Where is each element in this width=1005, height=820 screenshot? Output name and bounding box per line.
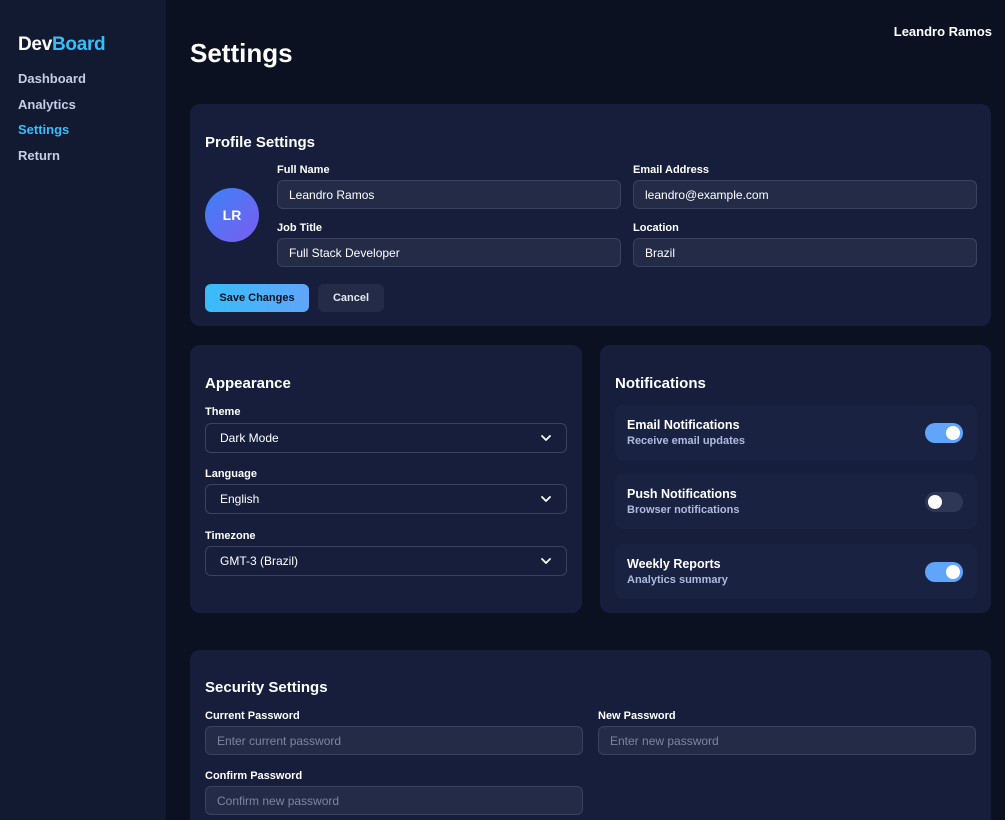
notification-subtitle: Browser notifications <box>627 504 740 516</box>
language-label: Language <box>205 468 257 480</box>
profile-settings-title: Profile Settings <box>205 134 316 151</box>
notification-item-email: Email Notifications Receive email update… <box>615 405 977 460</box>
notifications-card: Notifications Email Notifications Receiv… <box>600 345 991 613</box>
notification-title: Weekly Reports <box>627 557 721 571</box>
cancel-button[interactable]: Cancel <box>318 284 384 312</box>
toggle-knob <box>928 495 942 509</box>
email-notifications-toggle[interactable] <box>925 423 963 443</box>
chevron-down-icon <box>541 435 551 441</box>
theme-label: Theme <box>205 406 241 418</box>
user-name[interactable]: Leandro Ramos <box>894 24 992 39</box>
profile-settings-card: Profile Settings LR Full Name Email Addr… <box>190 104 991 326</box>
sidebar: DevBoard Dashboard Analytics Settings Re… <box>0 0 166 820</box>
new-password-label: New Password <box>598 710 676 722</box>
notification-title: Push Notifications <box>627 487 737 501</box>
full-name-label: Full Name <box>277 164 330 176</box>
security-settings-card: Security Settings Current Password New P… <box>190 650 991 820</box>
confirm-password-field[interactable] <box>205 786 583 815</box>
save-changes-button[interactable]: Save Changes <box>205 284 309 312</box>
timezone-select[interactable]: GMT-3 (Brazil) <box>205 546 567 576</box>
timezone-select-value: GMT-3 (Brazil) <box>220 554 298 568</box>
chevron-down-icon <box>541 558 551 564</box>
appearance-title: Appearance <box>205 375 291 392</box>
notifications-title: Notifications <box>615 375 706 392</box>
notification-subtitle: Receive email updates <box>627 435 746 447</box>
theme-select[interactable]: Dark Mode <box>205 423 567 453</box>
location-label: Location <box>633 222 679 234</box>
timezone-label: Timezone <box>205 530 256 542</box>
avatar[interactable]: LR <box>205 188 259 242</box>
full-name-field[interactable] <box>277 180 621 209</box>
sidebar-item-dashboard[interactable]: Dashboard <box>18 70 166 96</box>
weekly-reports-toggle[interactable] <box>925 562 963 582</box>
job-title-label: Job Title <box>277 222 323 234</box>
job-title-field[interactable] <box>277 238 621 267</box>
new-password-field[interactable] <box>598 726 976 755</box>
current-password-label: Current Password <box>205 710 300 722</box>
page-title: Settings <box>190 38 293 68</box>
confirm-password-label: Confirm Password <box>205 770 303 782</box>
email-label: Email Address <box>633 164 710 176</box>
language-select[interactable]: English <box>205 484 567 514</box>
toggle-knob <box>946 565 960 579</box>
chevron-down-icon <box>541 496 551 502</box>
logo-text-dev: Dev <box>18 34 52 55</box>
sidebar-item-settings[interactable]: Settings <box>18 121 166 147</box>
email-field[interactable] <box>633 180 977 209</box>
current-password-field[interactable] <box>205 726 583 755</box>
notification-item-push: Push Notifications Browser notifications <box>615 474 977 529</box>
theme-select-value: Dark Mode <box>220 431 279 445</box>
notification-subtitle: Analytics summary <box>627 574 728 586</box>
push-notifications-toggle[interactable] <box>925 492 963 512</box>
notification-title: Email Notifications <box>627 418 740 432</box>
logo-text-board: Board <box>51 34 106 55</box>
avatar-initials: LR <box>222 207 242 223</box>
appearance-card: Appearance Theme Dark Mode Language Engl… <box>190 345 582 613</box>
notification-item-weekly: Weekly Reports Analytics summary <box>615 544 977 599</box>
location-field[interactable] <box>633 238 977 267</box>
toggle-knob <box>946 426 960 440</box>
security-settings-title: Security Settings <box>205 679 328 696</box>
sidebar-item-analytics[interactable]: Analytics <box>18 96 166 122</box>
app-logo[interactable]: DevBoard <box>18 34 166 56</box>
sidebar-item-return[interactable]: Return <box>18 147 166 173</box>
language-select-value: English <box>220 492 260 506</box>
